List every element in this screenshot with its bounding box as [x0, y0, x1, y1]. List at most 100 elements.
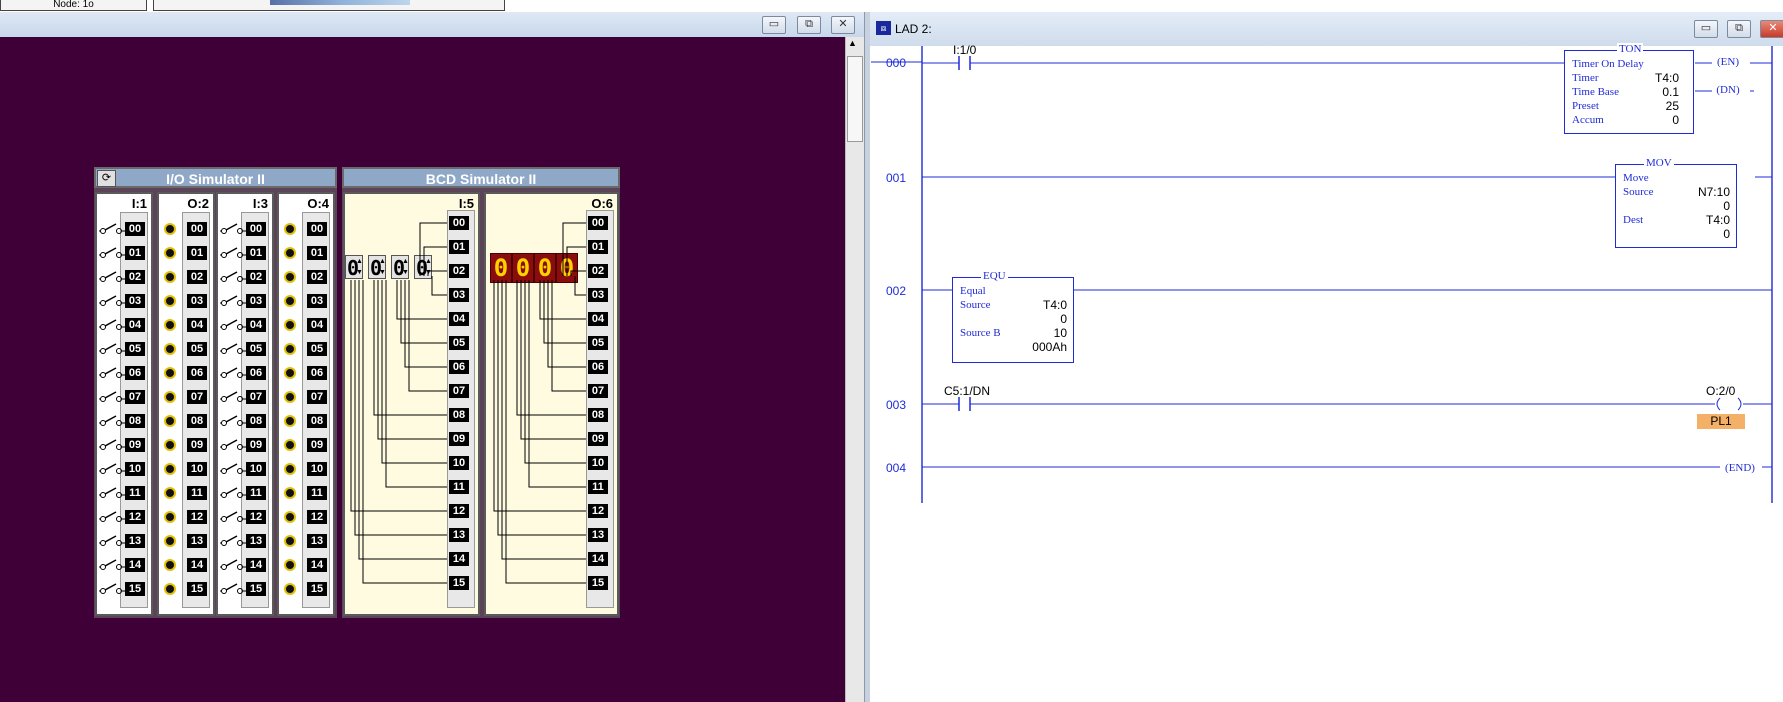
left-minimize-button[interactable]: ▭	[762, 16, 786, 34]
ote-coil	[1716, 397, 1742, 411]
contact-address-c5-1-dn[interactable]: C5:1/DN	[944, 384, 990, 398]
ton-instruction-block[interactable]: TON Timer On Delay Timer T4:0 Time Base …	[1564, 43, 1694, 134]
toggle-switch-icon[interactable]	[99, 247, 125, 259]
mov-dest-data: 0	[1723, 227, 1730, 241]
toggle-switch-icon[interactable]	[99, 535, 125, 547]
bit-number: 00	[246, 222, 266, 236]
mov-instruction-block[interactable]: MOV Move Source N7:10 0 Dest T4:0 0	[1615, 157, 1737, 248]
bit-number: 08	[307, 414, 327, 428]
toggle-switch-icon[interactable]	[220, 247, 246, 259]
toggle-switch-icon[interactable]	[99, 511, 125, 523]
output-lamp-icon	[284, 343, 296, 355]
toggle-switch-icon[interactable]	[99, 415, 125, 427]
toggle-switch-icon[interactable]	[99, 223, 125, 235]
equ-source-b-data: 000Ah	[1032, 340, 1067, 354]
coil-address-o2-0[interactable]: O:2/0	[1706, 384, 1735, 398]
bit-number: 07	[307, 390, 327, 404]
bit-number: 05	[125, 342, 145, 356]
left-close-button[interactable]: ✕	[831, 16, 855, 34]
scrollbar-thumb[interactable]	[847, 56, 863, 142]
output-lamp-icon	[164, 439, 176, 451]
output-lamp-icon	[284, 463, 296, 475]
ton-timebase-label: Time Base	[1572, 86, 1619, 98]
output-lamp-icon	[164, 223, 176, 235]
end-label: END	[1728, 462, 1752, 474]
toggle-switch-icon[interactable]	[220, 583, 246, 595]
toggle-switch-icon[interactable]	[99, 463, 125, 475]
bit-number: 06	[125, 366, 145, 380]
output-lamp-icon	[164, 367, 176, 379]
bcd-wiring	[350, 222, 586, 584]
toggle-switch-icon[interactable]	[220, 271, 246, 283]
toggle-switch-icon[interactable]	[99, 439, 125, 451]
toggle-switch-icon[interactable]	[99, 271, 125, 283]
equ-description: Equal	[960, 285, 986, 297]
toggle-switch-icon[interactable]	[220, 223, 246, 235]
rung-number-1: 001	[886, 171, 907, 185]
output-lamp-icon	[284, 511, 296, 523]
toggle-switch-icon[interactable]	[220, 511, 246, 523]
bit-number: 01	[307, 246, 327, 260]
toggle-switch-icon[interactable]	[220, 463, 246, 475]
bit-number: 06	[246, 366, 266, 380]
mov-title: MOV	[1644, 157, 1674, 169]
output-lamp-icon	[164, 343, 176, 355]
toggle-switch-icon[interactable]	[99, 367, 125, 379]
bit-number: 10	[187, 462, 207, 476]
bit-number: 15	[307, 582, 327, 596]
output-lamp-icon	[164, 271, 176, 283]
bit-number: 00	[125, 222, 145, 236]
scroll-up-icon[interactable]: ▲	[848, 38, 857, 48]
output-lamp-icon	[164, 511, 176, 523]
bit-number: 03	[125, 294, 145, 308]
toggle-switch-icon[interactable]	[220, 535, 246, 547]
output-lamp-icon	[284, 247, 296, 259]
toggle-switch-icon[interactable]	[220, 343, 246, 355]
bit-number: 06	[187, 366, 207, 380]
toggle-switch-icon[interactable]	[99, 295, 125, 307]
bit-number: 13	[187, 534, 207, 548]
toggle-switch-icon[interactable]	[220, 487, 246, 499]
toggle-switch-icon[interactable]	[220, 319, 246, 331]
toggle-switch-icon[interactable]	[220, 391, 246, 403]
end-instruction: (END)	[1725, 462, 1755, 474]
toggle-switch-icon[interactable]	[99, 487, 125, 499]
bit-number: 02	[187, 270, 207, 284]
toggle-switch-icon[interactable]	[99, 319, 125, 331]
toggle-switch-icon[interactable]	[220, 415, 246, 427]
toggle-switch-icon[interactable]	[220, 439, 246, 451]
contact-address-i1-0[interactable]: I:1/0	[953, 43, 976, 57]
ladder-close-button[interactable]: ✕	[1760, 20, 1783, 38]
equ-instruction-block[interactable]: EQU Equal Source T4:0 0 Source B 10 000A…	[952, 270, 1074, 363]
toggle-switch-icon[interactable]	[99, 583, 125, 595]
io-column-header: I:3	[252, 196, 268, 211]
ladder-diagram	[871, 46, 1773, 503]
toggle-switch-icon[interactable]	[220, 295, 246, 307]
refresh-icon[interactable]: ⟳	[97, 170, 116, 187]
toggle-switch-icon[interactable]	[220, 367, 246, 379]
bit-number: 14	[307, 558, 327, 572]
toggle-switch-icon[interactable]	[99, 559, 125, 571]
toggle-switch-icon[interactable]	[220, 559, 246, 571]
left-restore-button[interactable]: ⧉	[797, 16, 821, 34]
equ-source-a-data: 0	[1060, 312, 1067, 326]
ladder-minimize-button[interactable]: ▭	[1694, 20, 1718, 38]
ton-en-output: (EN)	[1716, 56, 1739, 68]
bit-number: 12	[125, 510, 145, 524]
output-lamp-icon	[284, 367, 296, 379]
mov-source-label: Source	[1623, 186, 1654, 198]
bit-number: 02	[125, 270, 145, 284]
output-lamp-icon	[284, 439, 296, 451]
ladder-restore-button[interactable]: ⧉	[1727, 20, 1751, 38]
toggle-switch-icon[interactable]	[99, 391, 125, 403]
output-lamp-icon	[164, 391, 176, 403]
bit-number: 10	[125, 462, 145, 476]
output-lamp-icon	[284, 487, 296, 499]
output-lamp-icon	[164, 535, 176, 547]
toggle-switch-icon[interactable]	[99, 343, 125, 355]
bit-number: 14	[187, 558, 207, 572]
output-lamp-icon	[284, 415, 296, 427]
equ-source-a-label: Source	[960, 299, 991, 311]
bit-number: 11	[307, 486, 327, 500]
left-window-titlebar	[0, 12, 864, 37]
